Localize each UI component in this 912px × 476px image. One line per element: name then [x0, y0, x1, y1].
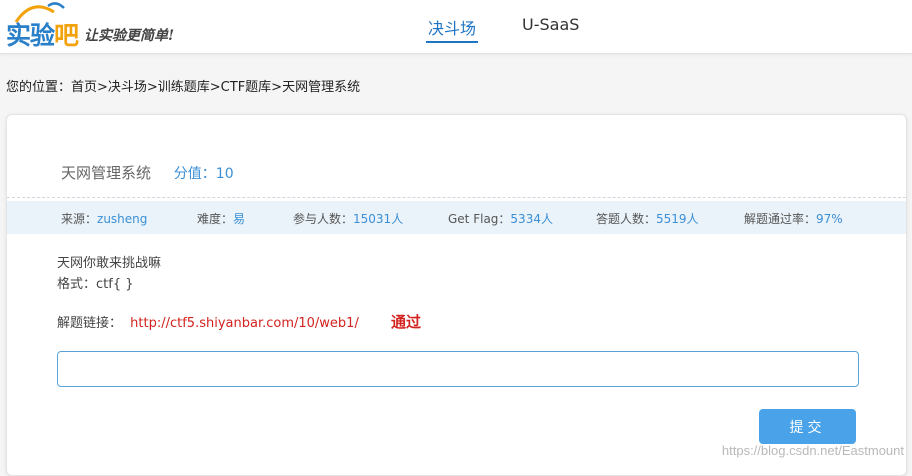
stat-label: 参与人数：: [293, 212, 354, 226]
stats-bar: 来源：zusheng 难度：易 参与人数：15031人 Get Flag：533…: [7, 201, 906, 234]
logo-text-main: 实验: [6, 21, 55, 50]
description-format: 格式：ctf{ }: [57, 277, 134, 292]
slogan: 让实验更简单!: [84, 28, 175, 44]
stat-source: 来源：zusheng: [61, 210, 147, 227]
logo-text-accent: 吧: [54, 21, 79, 50]
solve-link-row: 解题链接： http://ctf5.shiyanbar.com/10/web1/…: [57, 311, 421, 332]
stat-label: 来源：: [61, 212, 98, 226]
status-badge: 通过: [390, 313, 421, 331]
stat-label: 答题人数：: [596, 212, 657, 226]
stat-value: zusheng: [97, 212, 148, 226]
problem-description: 天网你敢来挑战嘛 格式：ctf{ }: [57, 253, 161, 295]
stat-label: 解题通过率：: [744, 212, 817, 226]
score-value: 10: [215, 166, 234, 182]
problem-header: 天网管理系统 分值：10: [61, 162, 234, 183]
submit-button[interactable]: 提交: [759, 409, 856, 444]
problem-card: 天网管理系统 分值：10 来源：zusheng 难度：易 参与人数：15031人…: [6, 114, 907, 476]
solve-link-label: 解题链接：: [57, 316, 123, 331]
problem-score: 分值：10: [174, 166, 234, 182]
stat-get-flag: Get Flag：5334人: [448, 210, 553, 227]
stat-label: Get Flag：: [448, 212, 511, 226]
breadcrumb: 您的位置：首页>决斗场>训练题库>CTF题库>天网管理系统: [6, 80, 361, 95]
site-logo[interactable]: 实验吧 让实验更简单!: [4, 2, 184, 50]
stat-value: 易: [233, 212, 246, 226]
stat-pass-rate: 解题通过率：97%: [744, 210, 843, 227]
divider: [7, 197, 906, 198]
stat-participants: 参与人数：15031人: [293, 210, 403, 227]
stat-label: 难度：: [197, 212, 234, 226]
watermark: https://blog.csdn.net/Eastmount: [721, 443, 904, 458]
stat-value: 5334人: [510, 212, 553, 226]
stat-answerers: 答题人数：5519人: [596, 210, 699, 227]
solve-link[interactable]: http://ctf5.shiyanbar.com/10/web1/: [130, 316, 359, 331]
problem-title: 天网管理系统: [61, 164, 152, 182]
top-navbar: 实验吧 让实验更简单! 决斗场 U-SaaS: [0, 0, 912, 54]
stat-difficulty: 难度：易: [197, 210, 245, 227]
description-line: 天网你敢来挑战嘛: [57, 256, 162, 271]
nav-tab-duel[interactable]: 决斗场: [425, 15, 479, 43]
stat-value: 15031人: [353, 212, 404, 226]
logo-text: 实验吧: [6, 16, 79, 52]
nav-tab-usaas[interactable]: U-SaaS: [522, 15, 579, 34]
stat-value: 97%: [816, 212, 843, 226]
stat-value: 5519人: [656, 212, 699, 226]
score-label: 分值：: [173, 166, 216, 182]
answer-input[interactable]: [57, 351, 859, 387]
